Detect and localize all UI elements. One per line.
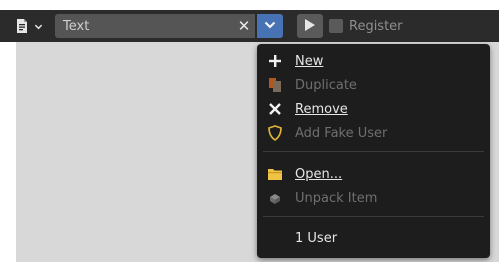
menu-item-label: Unpack Item	[295, 190, 378, 206]
menu-item-label: Duplicate	[295, 77, 357, 93]
x-icon	[267, 101, 283, 117]
text-datablock-name[interactable]: Text	[55, 19, 233, 34]
menu-item-new[interactable]: New	[257, 49, 490, 73]
register-toggle[interactable]: Register	[329, 14, 403, 38]
play-icon	[304, 17, 316, 36]
editor-type-selector[interactable]	[14, 14, 52, 38]
menu-separator	[263, 216, 484, 217]
register-label: Register	[349, 18, 403, 34]
menu-item-open[interactable]: Open...	[257, 162, 490, 186]
menu-item-duplicate: Duplicate	[257, 73, 490, 97]
chevron-down-icon	[34, 22, 43, 31]
run-script-button[interactable]	[297, 14, 323, 38]
menu-item-label: New	[295, 53, 324, 69]
menu-item-unpack-item: Unpack Item	[257, 186, 490, 210]
shield-icon	[267, 125, 283, 141]
menu-item-add-fake-user: Add Fake User	[257, 121, 490, 145]
text-datablock-field[interactable]: Text ✕	[55, 14, 255, 38]
plus-icon	[267, 53, 283, 69]
user-count: 1 User	[257, 226, 490, 250]
unpack-icon	[267, 190, 283, 206]
menu-item-label: Remove	[295, 101, 348, 117]
register-checkbox[interactable]	[329, 19, 343, 33]
menu-item-label: Add Fake User	[295, 125, 388, 141]
text-editor-icon	[14, 18, 30, 34]
datablock-dropdown-menu: New Duplicate Remove Add Fake User Open.…	[257, 44, 490, 258]
menu-item-remove[interactable]: Remove	[257, 97, 490, 121]
unlink-x-icon[interactable]: ✕	[233, 17, 255, 35]
chevron-down-icon	[263, 17, 277, 36]
browse-text-button[interactable]	[257, 14, 283, 38]
menu-separator	[263, 151, 484, 152]
folder-icon	[267, 166, 283, 182]
menu-item-label: Open...	[295, 166, 343, 182]
user-count-label: 1 User	[295, 230, 338, 246]
duplicate-icon	[267, 77, 283, 93]
